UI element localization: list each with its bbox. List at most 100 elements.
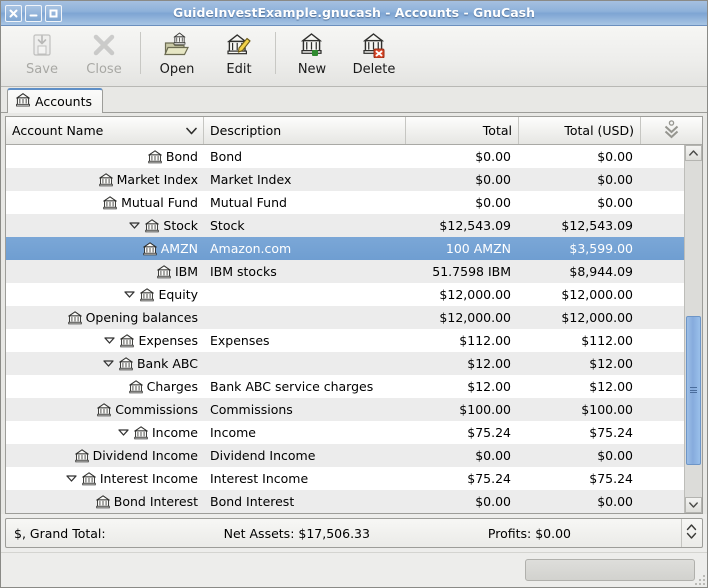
table-row[interactable]: ExpensesExpenses$112.00$112.00 [6,329,684,352]
column-header-total-usd[interactable]: Total (USD) [519,117,641,144]
window-resize-grip[interactable] [693,573,705,585]
column-header-account-name-label: Account Name [12,123,103,138]
new-account-icon [298,31,326,59]
column-options-button[interactable] [641,117,702,144]
tab-accounts[interactable]: Accounts [7,88,103,113]
table-row[interactable]: Interest IncomeInterest Income$75.24$75.… [6,467,684,490]
summary-bar-wrapper: $, Grand Total: Net Assets: $17,506.33 P… [1,514,707,552]
account-name-label: AMZN [161,241,198,256]
account-bank-icon [129,380,143,394]
account-total-usd-cell: $0.00 [519,191,641,214]
account-bank-icon [99,173,113,187]
profits-value: Profits: $0.00 [480,526,579,541]
account-name-cell: Commissions [6,398,204,421]
maximize-window-button[interactable] [45,5,62,22]
tab-accounts-label: Accounts [35,94,92,109]
table-row[interactable]: BondBond$0.00$0.00 [6,145,684,168]
edit-account-button[interactable]: Edit [208,26,270,84]
account-total-usd-cell: $112.00 [519,329,641,352]
scroll-up-button[interactable] [685,145,702,161]
account-total-usd-cell: $12,000.00 [519,306,641,329]
expander-triangle-icon[interactable] [103,336,116,345]
expander-triangle-icon[interactable] [128,221,141,230]
summary-spinner-button[interactable] [681,519,702,547]
summary-bar: $, Grand Total: Net Assets: $17,506.33 P… [5,518,703,548]
new-account-button[interactable]: New [281,26,343,84]
expander-triangle-icon[interactable] [102,359,115,368]
account-bank-icon [120,334,134,348]
account-name-label: Equity [158,287,198,302]
account-total-usd-cell: $12,543.09 [519,214,641,237]
gnucash-window: GuideInvestExample.gnucash - Accounts - … [0,0,708,588]
account-total-usd-cell: $3,599.00 [519,237,641,260]
table-row[interactable]: IncomeIncome$75.24$75.24 [6,421,684,444]
account-total-cell: $0.00 [406,168,519,191]
table-row[interactable]: Bank ABC$12.00$12.00 [6,352,684,375]
account-bank-icon [148,150,162,164]
expander-triangle-icon[interactable] [65,474,78,483]
account-total-cell: $0.00 [406,191,519,214]
column-header-account-name[interactable]: Account Name [6,117,204,144]
close-button[interactable]: Close [73,26,135,84]
table-row[interactable]: Market IndexMarket Index$0.00$0.00 [6,168,684,191]
account-bank-icon [103,196,117,210]
account-rows[interactable]: BondBond$0.00$0.00Market IndexMarket Ind… [6,145,684,513]
delete-account-button[interactable]: Delete [343,26,405,84]
expander-triangle-icon[interactable] [123,290,136,299]
account-total-cell: $12.00 [406,375,519,398]
account-name-cell: Income [6,421,204,444]
account-name-cell: Expenses [6,329,204,352]
toolbar-separator-2 [275,32,276,74]
table-row[interactable]: ChargesBank ABC service charges$12.00$12… [6,375,684,398]
account-description-cell: Interest Income [204,467,406,490]
double-chevron-down-icon [663,120,680,142]
scrollbar-thumb[interactable] [686,316,701,466]
account-name-label: Stock [163,218,198,233]
column-header-description[interactable]: Description [204,117,406,144]
account-name-label: Bond [166,149,198,164]
table-row[interactable]: Opening balances$12,000.00$12,000.00 [6,306,684,329]
table-row[interactable]: Dividend IncomeDividend Income$0.00$0.00 [6,444,684,467]
progress-bar [525,559,695,581]
title-bar: GuideInvestExample.gnucash - Accounts - … [1,1,707,26]
table-row[interactable]: IBMIBM stocks51.7598 IBM$8,944.09 [6,260,684,283]
close-window-button[interactable] [5,5,22,22]
edit-account-button-label: Edit [226,62,251,77]
account-total-usd-cell: $0.00 [519,145,641,168]
account-bank-icon [75,449,89,463]
close-button-label: Close [86,62,121,77]
account-description-cell: Market Index [204,168,406,191]
edit-account-icon [225,31,253,59]
account-name-cell: Equity [6,283,204,306]
new-account-button-label: New [298,62,326,77]
table-row[interactable]: AMZNAmazon.com100 AMZN$3,599.00 [6,237,684,260]
minimize-window-button[interactable] [25,5,42,22]
account-name-cell: Opening balances [6,306,204,329]
account-total-usd-cell: $8,944.09 [519,260,641,283]
account-name-label: Dividend Income [93,448,198,463]
scrollbar-track[interactable] [685,161,702,497]
account-name-cell: Bond [6,145,204,168]
window-title: GuideInvestExample.gnucash - Accounts - … [1,1,707,25]
table-row[interactable]: Equity$12,000.00$12,000.00 [6,283,684,306]
account-bank-icon [96,495,110,509]
table-row[interactable]: Mutual FundMutual Fund$0.00$0.00 [6,191,684,214]
table-row[interactable]: Bond InterestBond Interest$0.00$0.00 [6,490,684,513]
expander-triangle-icon[interactable] [117,428,130,437]
account-name-cell: Bank ABC [6,352,204,375]
account-description-cell: IBM stocks [204,260,406,283]
close-icon [91,31,117,59]
open-account-button[interactable]: Open [146,26,208,84]
table-row[interactable]: StockStock$12,543.09$12,543.09 [6,214,684,237]
column-header-total[interactable]: Total [406,117,519,144]
account-total-usd-cell: $100.00 [519,398,641,421]
net-assets-value: Net Assets: $17,506.33 [216,526,378,541]
account-total-usd-cell: $12,000.00 [519,283,641,306]
scroll-down-button[interactable] [685,497,702,513]
table-row[interactable]: CommissionsCommissions$100.00$100.00 [6,398,684,421]
save-button[interactable]: Save [11,26,73,84]
column-header-row: Account Name Description Total Total (US… [6,117,702,145]
account-description-cell: Income [204,421,406,444]
vertical-scrollbar[interactable] [684,145,702,513]
account-total-cell: $112.00 [406,329,519,352]
